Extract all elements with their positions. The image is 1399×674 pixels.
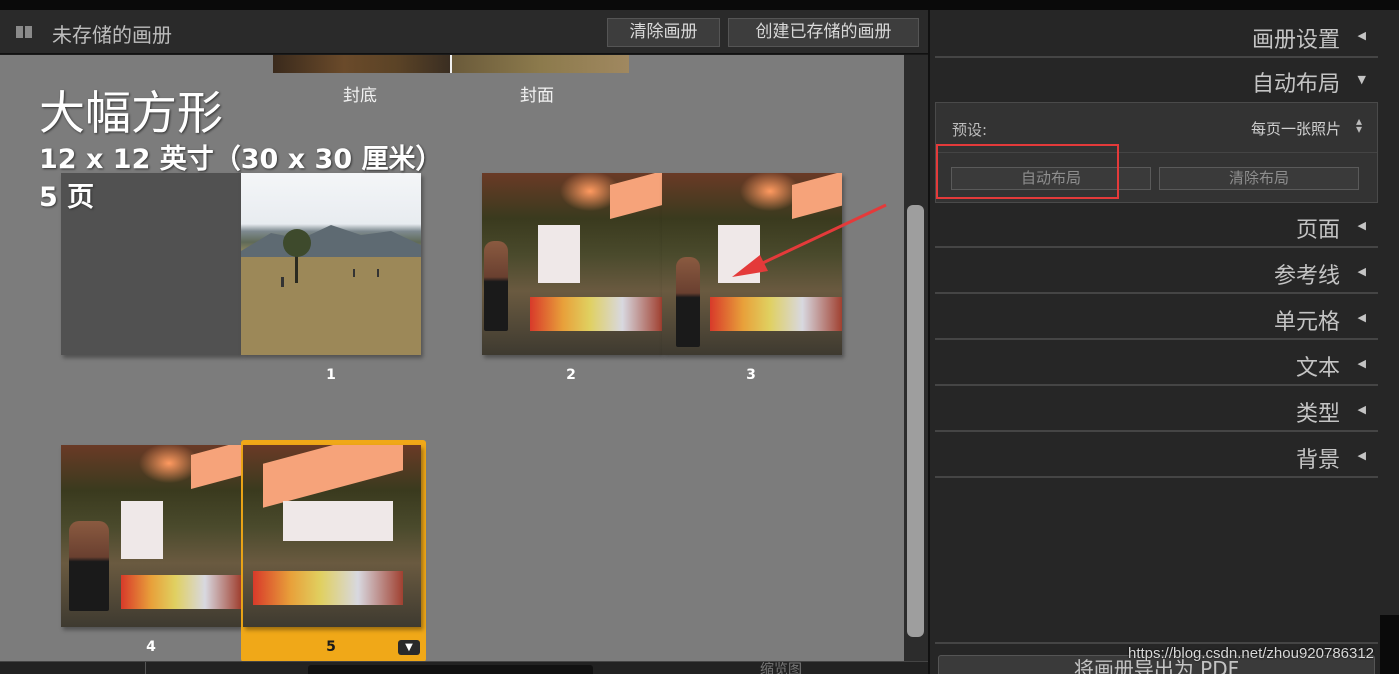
collapse-arrow-icon: ◀	[1357, 265, 1366, 278]
section-label: 参考线	[1273, 264, 1340, 289]
page-thumbnail-4[interactable]	[61, 445, 241, 627]
collapse-arrow-icon: ◀	[1357, 219, 1366, 232]
section-label: 自动布局	[1251, 72, 1340, 97]
collapse-arrow-icon: ◀	[1357, 29, 1366, 42]
panel-scrollbar[interactable]	[1380, 615, 1399, 674]
page-thumbnail-5[interactable]	[243, 445, 421, 627]
canvas-scrollbar[interactable]	[904, 55, 928, 661]
book-page-count: 5 页	[39, 182, 95, 213]
window-top-strip	[0, 0, 1399, 10]
watermark-text: https://blog.csdn.net/zhou920786312	[1128, 645, 1375, 662]
section-label: 页面	[1295, 218, 1340, 243]
page-number-1: 1	[326, 367, 336, 383]
book-size-title: 大幅方形	[39, 86, 223, 140]
section-page[interactable]: 页面 ◀	[935, 204, 1378, 248]
book-title: 未存储的画册	[52, 23, 172, 47]
zoom-slider[interactable]	[308, 665, 593, 674]
updown-arrow-icon[interactable]: ▴ ▾	[1356, 115, 1362, 135]
create-saved-book-button[interactable]: 创建已存储的画册	[728, 18, 919, 47]
right-panel: 画册设置 ◀ 自动布局 ▼ 预设: 每页一张照片 ▴ ▾ 自动布局 清除布局 页面…	[928, 10, 1399, 674]
section-guides[interactable]: 参考线 ◀	[935, 250, 1378, 294]
page-thumbnail-1[interactable]	[241, 173, 421, 355]
collapse-arrow-icon: ◀	[1357, 449, 1366, 462]
thumbnails-label: 缩览图	[760, 662, 802, 674]
front-cover-label: 封面	[520, 86, 554, 106]
clear-book-button[interactable]: 清除画册	[607, 18, 720, 47]
section-auto-layout[interactable]: 自动布局 ▼	[935, 58, 1378, 102]
collapse-arrow-icon: ◀	[1357, 311, 1366, 324]
page-number-3: 3	[746, 367, 756, 383]
annotation-highlight-box	[936, 144, 1119, 199]
section-background[interactable]: 背景 ◀	[935, 434, 1378, 478]
collapse-arrow-icon: ◀	[1357, 357, 1366, 370]
section-book-settings[interactable]: 画册设置 ◀	[935, 14, 1378, 58]
page-thumbnail-3[interactable]	[662, 173, 842, 355]
section-label: 画册设置	[1251, 28, 1340, 53]
section-cells[interactable]: 单元格 ◀	[935, 296, 1378, 340]
preset-select[interactable]: 每页一张照片	[1251, 118, 1341, 139]
preset-label: 预设:	[952, 121, 988, 139]
collapse-arrow-icon: ◀	[1357, 403, 1366, 416]
page-number-2: 2	[566, 367, 576, 383]
bottom-toolbar: 缩览图	[0, 661, 928, 674]
book-canvas: 封底 封面 大幅方形 12 x 12 英寸（30 x 30 厘米） 5 页 1	[0, 55, 904, 661]
page-thumbnail-2[interactable]	[482, 173, 662, 355]
section-label: 单元格	[1273, 310, 1340, 335]
expand-arrow-icon: ▼	[1357, 73, 1366, 86]
front-cover-thumbnail[interactable]	[452, 55, 629, 73]
book-dimensions: 12 x 12 英寸（30 x 30 厘米）	[39, 144, 443, 175]
section-label: 背景	[1295, 448, 1340, 473]
page-number-5: 5	[326, 639, 336, 655]
section-type[interactable]: 类型 ◀	[935, 388, 1378, 432]
book-toolbar: 未存储的画册 清除画册 创建已存储的画册	[0, 10, 928, 54]
section-label: 文本	[1295, 356, 1340, 381]
section-label: 类型	[1295, 402, 1340, 427]
section-text[interactable]: 文本 ◀	[935, 342, 1378, 386]
book-workspace: 未存储的画册 清除画册 创建已存储的画册 封底 封面 大幅方形 12 x 12 …	[0, 10, 928, 674]
scrollbar-thumb[interactable]	[907, 205, 924, 637]
back-cover-thumbnail[interactable]	[273, 55, 450, 73]
page-options-dropdown[interactable]: ▼	[398, 640, 420, 655]
back-cover-label: 封底	[343, 86, 377, 106]
landscape-photo	[241, 225, 421, 355]
panel-divider	[935, 642, 1378, 644]
clear-layout-button[interactable]: 清除布局	[1159, 167, 1359, 190]
panel-toggle-icon[interactable]	[16, 26, 32, 38]
page-number-4: 4	[146, 639, 156, 655]
